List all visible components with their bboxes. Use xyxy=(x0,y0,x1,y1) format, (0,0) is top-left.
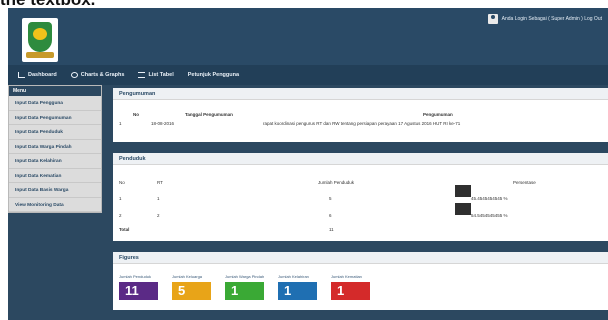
sidebar-title: Menu xyxy=(9,86,101,96)
pengumuman-row-tanggal: 18-08-2016 xyxy=(151,121,175,126)
dashboard-icon xyxy=(18,72,25,78)
stat-tile-penduduk: Jumlah Penduduk 11 xyxy=(119,274,158,300)
stat-tile-kematian: Jumlah Kematian 1 xyxy=(331,274,370,300)
nav-charts[interactable]: Charts & Graphs xyxy=(70,72,124,78)
pengumuman-row-no: 1 xyxy=(119,121,122,126)
stat-tile-warga-pindah: Jumlah Warga Pindah 1 xyxy=(225,274,265,300)
sidebar-item-input-kematian[interactable]: Input Data Kematian xyxy=(9,169,101,183)
stat-tile-kelahiran: Jumlah Kelahiran 1 xyxy=(278,274,317,300)
redacted-bar xyxy=(455,203,471,215)
pengumuman-title: Pengumuman xyxy=(113,88,608,100)
app-header: Anda Login Sebagai ( Super Admin ) Log O… xyxy=(8,8,608,65)
sidebar-item-input-kelahiran[interactable]: Input Data Kelahiran xyxy=(9,154,101,169)
sidebar-item-input-warga-pindah[interactable]: Input Data Warga Pindah xyxy=(9,140,101,154)
col-persentase: Persentase xyxy=(513,180,536,185)
col-rt: RT xyxy=(157,180,163,185)
penduduk-row-no: 1 xyxy=(119,196,122,201)
penduduk-panel: Penduduk No RT Jumlah Penduduk Persentas… xyxy=(113,153,608,241)
penduduk-row-jumlah: 6 xyxy=(329,213,332,218)
penduduk-title: Penduduk xyxy=(113,153,608,165)
col-no: No xyxy=(119,180,125,185)
main-nav: Dashboard Charts & Graphs List Tabel Pet… xyxy=(8,65,608,85)
col-tanggal: Tanggal Pengumuman xyxy=(185,112,233,117)
pengumuman-row-isi: rapat koordinasi pengurus RT dan RW tent… xyxy=(263,121,461,126)
nav-dashboard[interactable]: Dashboard xyxy=(18,72,57,78)
penduduk-row-rt: 2 xyxy=(157,213,160,218)
pengumuman-panel: Pengumuman No Tanggal Pengumuman Pengumu… xyxy=(113,88,608,142)
user-bar[interactable]: Anda Login Sebagai ( Super Admin ) Log O… xyxy=(487,14,602,24)
stat-tile-keluarga: Jumlah Keluarga 5 xyxy=(172,274,211,300)
list-icon xyxy=(138,72,146,78)
sidebar-item-input-basis-warga[interactable]: Input Data Basis Warga xyxy=(9,183,101,198)
penduduk-total-label: Total xyxy=(119,227,130,232)
gear-icon xyxy=(70,72,78,78)
figures-tiles: Jumlah Penduduk 11 Jumlah Keluarga 5 Jum… xyxy=(119,274,370,300)
sidebar-item-view-monitoring[interactable]: View Monitoring Data xyxy=(9,198,101,212)
sidebar: Menu Input Data Pengguna Input Data Peng… xyxy=(8,85,102,213)
penduduk-row-persen: 45.4545454545 % xyxy=(471,196,508,201)
sidebar-item-input-penduduk[interactable]: Input Data Penduduk xyxy=(9,125,101,140)
regency-logo xyxy=(22,18,58,62)
user-icon xyxy=(487,14,498,24)
col-jumlah: Jumlah Penduduk xyxy=(318,180,355,185)
caption-text: the textbox. xyxy=(0,0,95,8)
sidebar-item-input-pengguna[interactable]: Input Data Pengguna xyxy=(9,96,101,111)
penduduk-row-jumlah: 5 xyxy=(329,196,332,201)
figures-panel: Figures Jumlah Penduduk 11 Jumlah Keluar… xyxy=(113,252,608,310)
col-pengumuman: Pengumuman xyxy=(423,112,453,117)
redacted-bar xyxy=(455,185,471,197)
nav-list-tabel[interactable]: List Tabel xyxy=(138,72,174,78)
nav-petunjuk[interactable]: Petunjuk Pengguna xyxy=(188,72,239,78)
penduduk-row-rt: 1 xyxy=(157,196,160,201)
sidebar-item-input-pengumuman[interactable]: Input Data Pengumuman xyxy=(9,111,101,125)
col-no: No xyxy=(133,112,139,117)
penduduk-row-persen: 54.5454545455 % xyxy=(471,213,508,218)
user-login-text[interactable]: Anda Login Sebagai ( Super Admin ) Log O… xyxy=(502,16,602,22)
penduduk-row-no: 2 xyxy=(119,213,122,218)
penduduk-total-value: 11 xyxy=(329,227,334,232)
figures-title: Figures xyxy=(113,252,608,264)
